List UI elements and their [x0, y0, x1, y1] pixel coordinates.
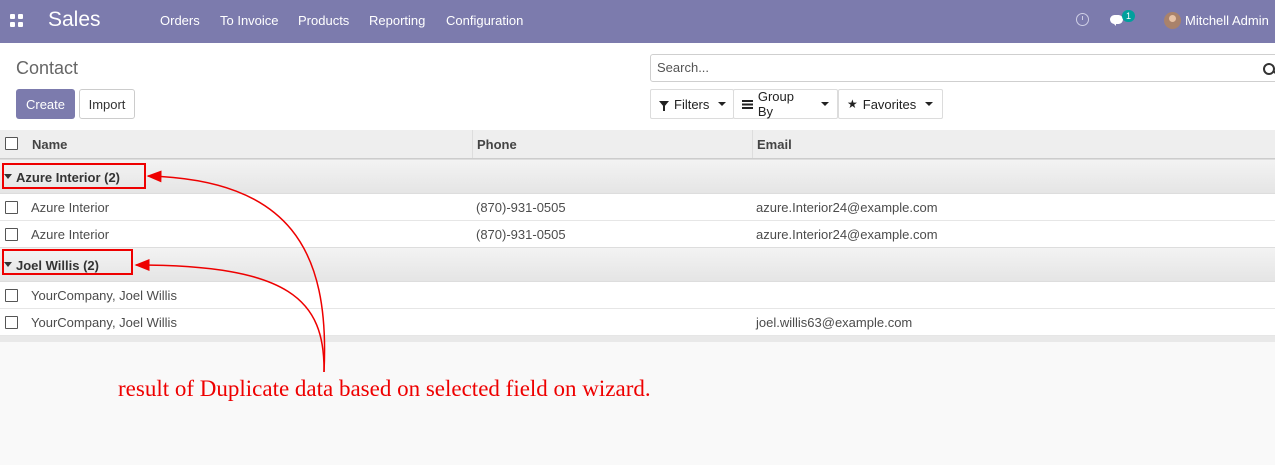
arrow-to-group-2: [134, 259, 325, 373]
annotation-text: result of Duplicate data based on select…: [118, 376, 651, 401]
arrow-to-group-1: [146, 170, 326, 373]
